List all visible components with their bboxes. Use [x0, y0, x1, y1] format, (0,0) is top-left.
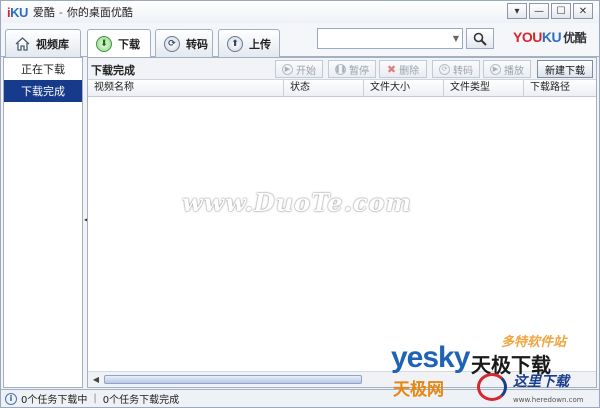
tab-bar: 视频库 ⬇ 下载 ⟳ 转码 ⬆ 上传 ▼ YOUKU 优酷: [1, 23, 599, 58]
site-watermark: www.DuoTe.com: [182, 188, 412, 217]
app-window: iKU 爱酷 - 你的桌面优酷 ▾ — ☐ ✕ 视频库 ⬇ 下载 ⟳ 转码 ⬆ …: [0, 0, 600, 408]
play-icon: ▶: [490, 63, 501, 75]
sidebar: 正在下载 下载完成: [3, 57, 83, 388]
tab-label: 下载: [118, 38, 140, 51]
status-downloading: 0个任务下载中: [21, 395, 88, 406]
yesky-cn-logo: 天极网: [393, 380, 444, 400]
status-separator: |: [93, 393, 97, 404]
duote-logo: 多特软件站: [501, 335, 567, 350]
tab-convert[interactable]: ⟳ 转码: [155, 29, 213, 57]
title-bar: iKU 爱酷 - 你的桌面优酷 ▾ — ☐ ✕: [1, 1, 599, 23]
delete-button[interactable]: ✖ 删除: [379, 60, 427, 78]
tab-label: 转码: [186, 37, 208, 51]
column-video-name[interactable]: 视频名称: [88, 80, 284, 96]
convert-button[interactable]: ⟳ 转码: [432, 60, 480, 78]
window-controls: ▾ — ☐ ✕: [507, 3, 593, 19]
heredown-swirl-icon: [477, 373, 507, 401]
upload-icon: ⬆: [227, 35, 243, 52]
tab-label: 上传: [249, 37, 271, 51]
info-icon: i: [5, 392, 17, 405]
sidebar-item-downloading[interactable]: 正在下载: [4, 58, 82, 80]
home-icon: [14, 36, 30, 52]
pause-icon: ❚❚: [334, 63, 347, 75]
tab-upload[interactable]: ⬆ 上传: [218, 29, 280, 57]
maximize-button[interactable]: ☐: [551, 3, 571, 19]
heredown-url: www.heredown.com: [513, 396, 584, 404]
scroll-left-icon[interactable]: ◀: [90, 374, 102, 385]
search-input[interactable]: ▼: [317, 28, 463, 49]
new-download-button[interactable]: 新建下载: [537, 60, 593, 78]
pause-button[interactable]: ❚❚ 暂停: [328, 60, 376, 78]
status-bar: i 0个任务下载中 | 0个任务下载完成: [1, 389, 599, 407]
toolbar: 下载完成 ▶ 开始 ❚❚ 暂停 ✖ 删除 ⟳ 转码 ▶ 播放 新建下载: [88, 58, 596, 80]
column-status[interactable]: 状态: [284, 80, 364, 96]
menu-dropdown-button[interactable]: ▾: [507, 3, 527, 19]
title-separator: -: [58, 5, 63, 19]
start-button[interactable]: ▶ 开始: [275, 60, 323, 78]
minimize-button[interactable]: —: [529, 3, 549, 19]
iku-logo: iKU: [7, 4, 28, 20]
tab-label: 视频库: [36, 37, 69, 51]
scrollbar-thumb[interactable]: [104, 375, 362, 384]
app-name: 爱酷: [32, 6, 55, 19]
column-download-path[interactable]: 下载路径: [524, 80, 596, 96]
start-icon: ▶: [282, 63, 293, 75]
convert-icon: ⟳: [164, 35, 180, 52]
yesky-logo: yesky: [391, 341, 470, 374]
download-icon: ⬇: [96, 36, 112, 52]
chevron-down-icon[interactable]: ▼: [453, 34, 459, 43]
heredown-logo: 这里下载: [513, 374, 569, 390]
youku-logo[interactable]: YOUKU 优酷: [513, 29, 587, 46]
search-icon: [473, 32, 487, 46]
tab-download[interactable]: ⬇ 下载: [87, 29, 151, 58]
status-completed: 0个任务下载完成: [102, 395, 180, 406]
column-file-size[interactable]: 文件大小: [364, 80, 444, 96]
table-header: 视频名称 状态 文件大小 文件类型 下载路径: [88, 80, 596, 97]
close-button[interactable]: ✕: [573, 3, 593, 19]
delete-icon: ✖: [386, 62, 397, 76]
play-button[interactable]: ▶ 播放: [483, 60, 531, 78]
app-subtitle: 你的桌面优酷: [66, 6, 133, 19]
section-title: 下载完成: [91, 64, 135, 77]
search-button[interactable]: [466, 28, 494, 49]
tab-video-library[interactable]: 视频库: [5, 29, 81, 57]
sidebar-item-completed[interactable]: 下载完成: [4, 80, 82, 102]
column-file-type[interactable]: 文件类型: [444, 80, 524, 96]
convert-icon: ⟳: [439, 63, 450, 75]
